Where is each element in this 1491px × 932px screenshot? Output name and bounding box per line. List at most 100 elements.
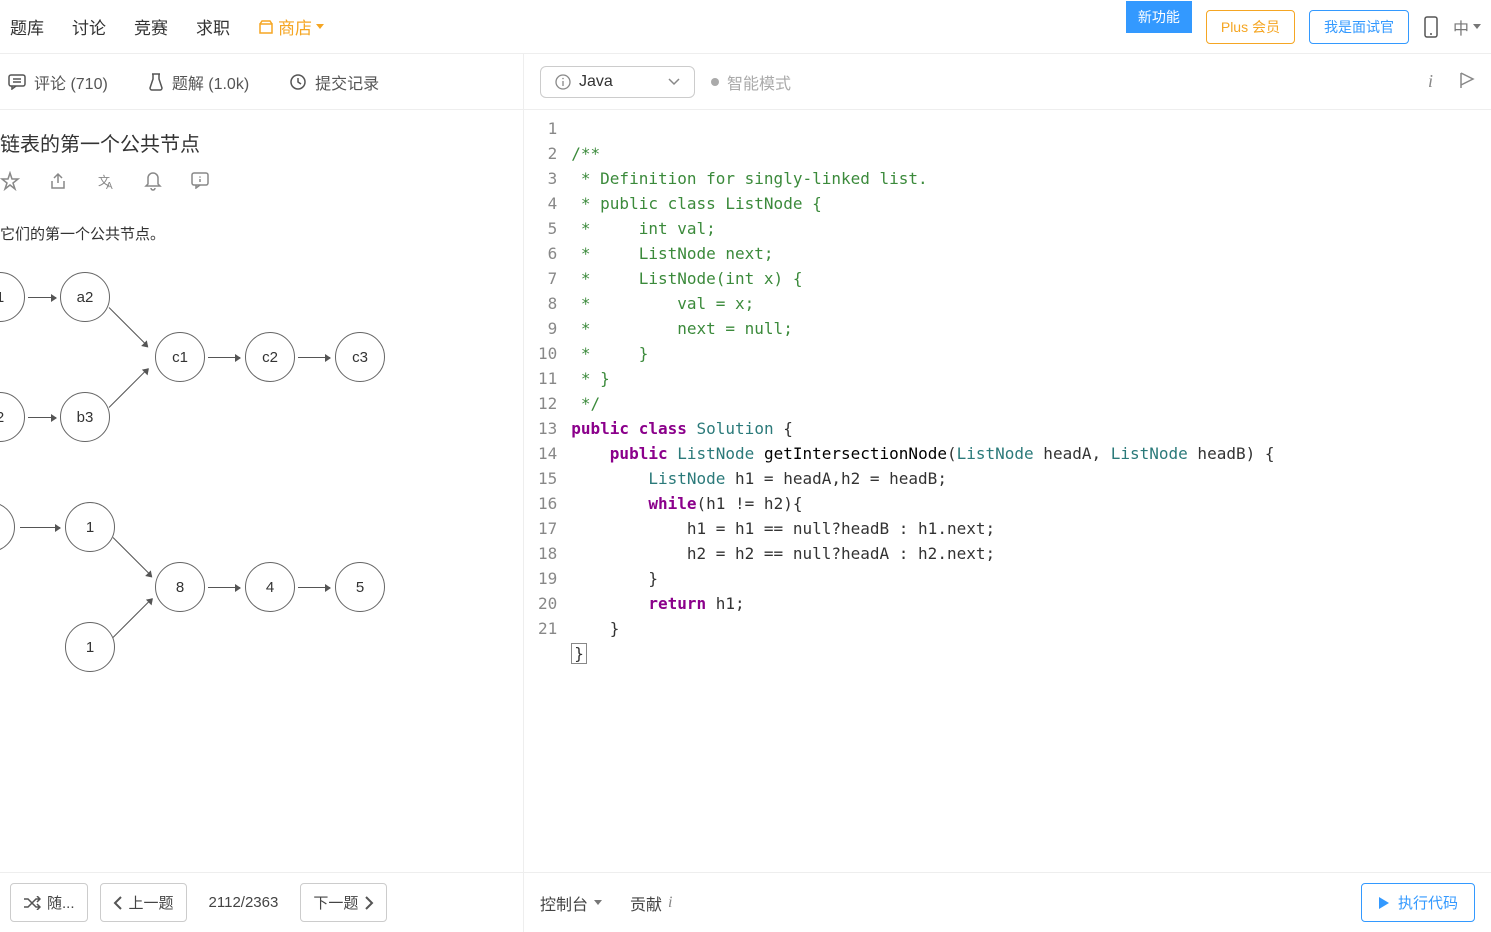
flag-icon[interactable]	[1459, 71, 1475, 92]
comments-icon	[8, 74, 26, 90]
editor-toolbar: Java 智能模式 i	[524, 54, 1491, 110]
smart-mode[interactable]: 智能模式	[711, 70, 791, 94]
play-icon	[1378, 896, 1390, 910]
shuffle-icon	[23, 896, 41, 910]
problem-actions: 文A	[0, 171, 523, 209]
node: 4	[245, 562, 295, 612]
console-toggle[interactable]: 控制台	[540, 891, 602, 915]
arrow	[298, 587, 330, 588]
tab-comments[interactable]: 评论 (710)	[8, 70, 108, 94]
problem-counter: 2112/2363	[199, 886, 289, 919]
nav-problems[interactable]: 题库	[10, 14, 44, 39]
node: 8	[155, 562, 205, 612]
node: 2	[0, 392, 25, 442]
lang-label: 中	[1453, 15, 1469, 39]
tab-comments-label: 评论 (710)	[34, 70, 108, 94]
node: a2	[60, 272, 110, 322]
run-label: 执行代码	[1398, 892, 1458, 913]
diagram-1: 1 a2 2 b3 c1 c2 c3	[0, 267, 523, 447]
arrow	[113, 537, 153, 577]
next-button[interactable]: 下一题	[300, 883, 387, 922]
left-tabs: 评论 (710) 题解 (1.0k) 提交记录	[0, 54, 523, 110]
nav-left: 题库 讨论 竞赛 求职 商店	[10, 14, 324, 39]
arrow	[208, 357, 240, 358]
chevron-right-icon	[364, 896, 374, 910]
svg-text:A: A	[106, 181, 113, 191]
caret-down-icon	[594, 900, 602, 906]
nav-contest[interactable]: 竞赛	[134, 14, 168, 39]
nav-store[interactable]: 商店	[258, 14, 324, 39]
arrow	[28, 297, 56, 298]
language-select[interactable]: Java	[540, 66, 695, 98]
node: b3	[60, 392, 110, 442]
right-panel: Java 智能模式 i 1234567891011121314151617181…	[524, 54, 1491, 932]
run-code-button[interactable]: 执行代码	[1361, 883, 1475, 922]
left-bottom-bar: 随... 上一题 2112/2363 下一题	[0, 872, 523, 932]
nav-discuss[interactable]: 讨论	[72, 14, 106, 39]
star-icon[interactable]	[0, 171, 20, 191]
chevron-left-icon	[113, 896, 123, 910]
nav-store-label: 商店	[278, 14, 312, 39]
top-nav: 题库 讨论 竞赛 求职 商店 新功能 Plus 会员 我是面试官 中	[0, 0, 1491, 54]
next-label: 下一题	[313, 892, 358, 913]
tab-submissions[interactable]: 提交记录	[289, 70, 379, 94]
language-selector[interactable]: 中	[1453, 15, 1481, 39]
store-icon	[258, 19, 274, 35]
shuffle-button[interactable]: 随...	[10, 883, 88, 922]
console-label: 控制台	[540, 891, 588, 915]
interviewer-button[interactable]: 我是面试官	[1309, 10, 1409, 44]
problem-title: 链表的第一个公共节点	[0, 128, 523, 171]
tab-solutions[interactable]: 题解 (1.0k)	[148, 70, 249, 94]
language-label: Java	[579, 73, 613, 91]
chevron-down-icon	[668, 78, 680, 86]
info-icon: i	[668, 894, 672, 912]
code-area[interactable]: /** * Definition for singly-linked list.…	[571, 110, 1274, 872]
shuffle-label: 随...	[47, 892, 75, 913]
new-feature-tag[interactable]: 新功能	[1126, 1, 1192, 33]
nav-jobs[interactable]: 求职	[196, 14, 230, 39]
toolbar-right: i	[1428, 71, 1475, 92]
line-gutter: 123456789101112131415161718192021	[524, 110, 571, 872]
diagram-2: 1 1 8 4 5	[0, 497, 523, 677]
dot-icon	[711, 78, 719, 86]
tab-submissions-label: 提交记录	[315, 70, 379, 94]
contribute-link[interactable]: 贡献 i	[630, 891, 672, 915]
prev-button[interactable]: 上一题	[100, 883, 187, 922]
node: c3	[335, 332, 385, 382]
node: 1	[65, 502, 115, 552]
main-split: 评论 (710) 题解 (1.0k) 提交记录 链表的第一个公共节点 文A 它们…	[0, 54, 1491, 932]
left-panel: 评论 (710) 题解 (1.0k) 提交记录 链表的第一个公共节点 文A 它们…	[0, 54, 524, 932]
arrow	[109, 368, 149, 408]
info-icon[interactable]: i	[1428, 71, 1433, 92]
node: 5	[335, 562, 385, 612]
node: c2	[245, 332, 295, 382]
smart-mode-label: 智能模式	[727, 70, 791, 94]
code-editor[interactable]: 123456789101112131415161718192021 /** * …	[524, 110, 1491, 872]
right-bottom-bar: 控制台 贡献 i 执行代码	[524, 872, 1491, 932]
flask-icon	[148, 73, 164, 91]
arrow	[28, 417, 56, 418]
node: 1	[65, 622, 115, 672]
node: 1	[0, 272, 25, 322]
caret-down-icon	[316, 24, 324, 30]
problem-description: 它们的第一个公共节点。	[0, 209, 523, 267]
contribute-label: 贡献	[630, 891, 662, 915]
mobile-icon[interactable]	[1423, 16, 1439, 38]
problem-body: 链表的第一个公共节点 文A 它们的第一个公共节点。 1 a2 2 b3 c1 c…	[0, 110, 523, 872]
translate-icon[interactable]: 文A	[96, 171, 116, 191]
arrow	[208, 587, 240, 588]
share-icon[interactable]	[48, 171, 68, 191]
history-icon	[289, 73, 307, 91]
plus-button[interactable]: Plus 会员	[1206, 10, 1295, 44]
node: c1	[155, 332, 205, 382]
nav-right: 新功能 Plus 会员 我是面试官 中	[1126, 10, 1481, 44]
arrow	[298, 357, 330, 358]
caret-down-icon	[1473, 24, 1481, 30]
bell-icon[interactable]	[144, 171, 162, 191]
prev-label: 上一题	[129, 892, 174, 913]
feedback-icon[interactable]	[190, 171, 210, 191]
arrow	[20, 527, 60, 528]
arrow	[113, 598, 153, 638]
info-icon	[555, 74, 571, 90]
arrow	[109, 307, 149, 347]
